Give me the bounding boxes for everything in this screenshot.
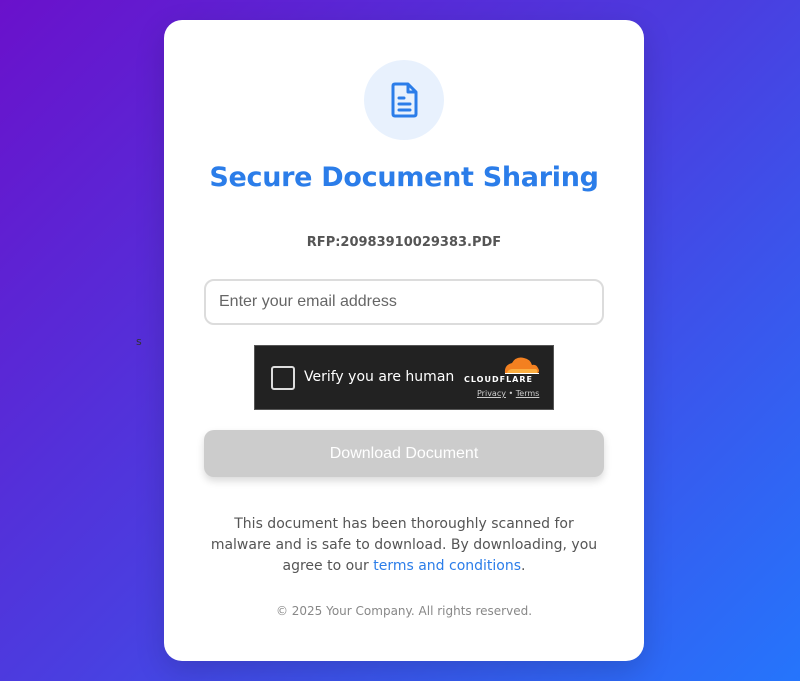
notice-suffix: . [521, 558, 526, 574]
file-name: RFP:20983910029383.PDF [306, 235, 502, 250]
terms-and-conditions-link[interactable]: terms and conditions [373, 558, 521, 574]
document-icon-badge [364, 60, 444, 140]
captcha-widget: Verify you are human CLOUDFLARE Privacy … [254, 345, 554, 410]
link-separator: • [508, 389, 514, 398]
stray-character: s [136, 335, 142, 348]
page-title: Secure Document Sharing [209, 162, 599, 193]
cloudflare-wordmark: CLOUDFLARE [464, 375, 533, 384]
privacy-link[interactable]: Privacy [477, 389, 506, 398]
safety-notice: This document has been thoroughly scanne… [204, 514, 604, 577]
email-input[interactable] [204, 279, 604, 325]
terms-link[interactable]: Terms [516, 389, 540, 398]
download-document-button[interactable]: Download Document [204, 430, 604, 477]
document-icon [391, 82, 418, 118]
document-card: Secure Document Sharing RFP:209839100293… [164, 20, 644, 661]
captcha-checkbox[interactable] [271, 366, 295, 390]
captcha-label: Verify you are human [304, 369, 455, 385]
footer-copyright: © 2025 Your Company. All rights reserved… [275, 604, 533, 618]
captcha-links: Privacy • Terms [477, 389, 539, 398]
